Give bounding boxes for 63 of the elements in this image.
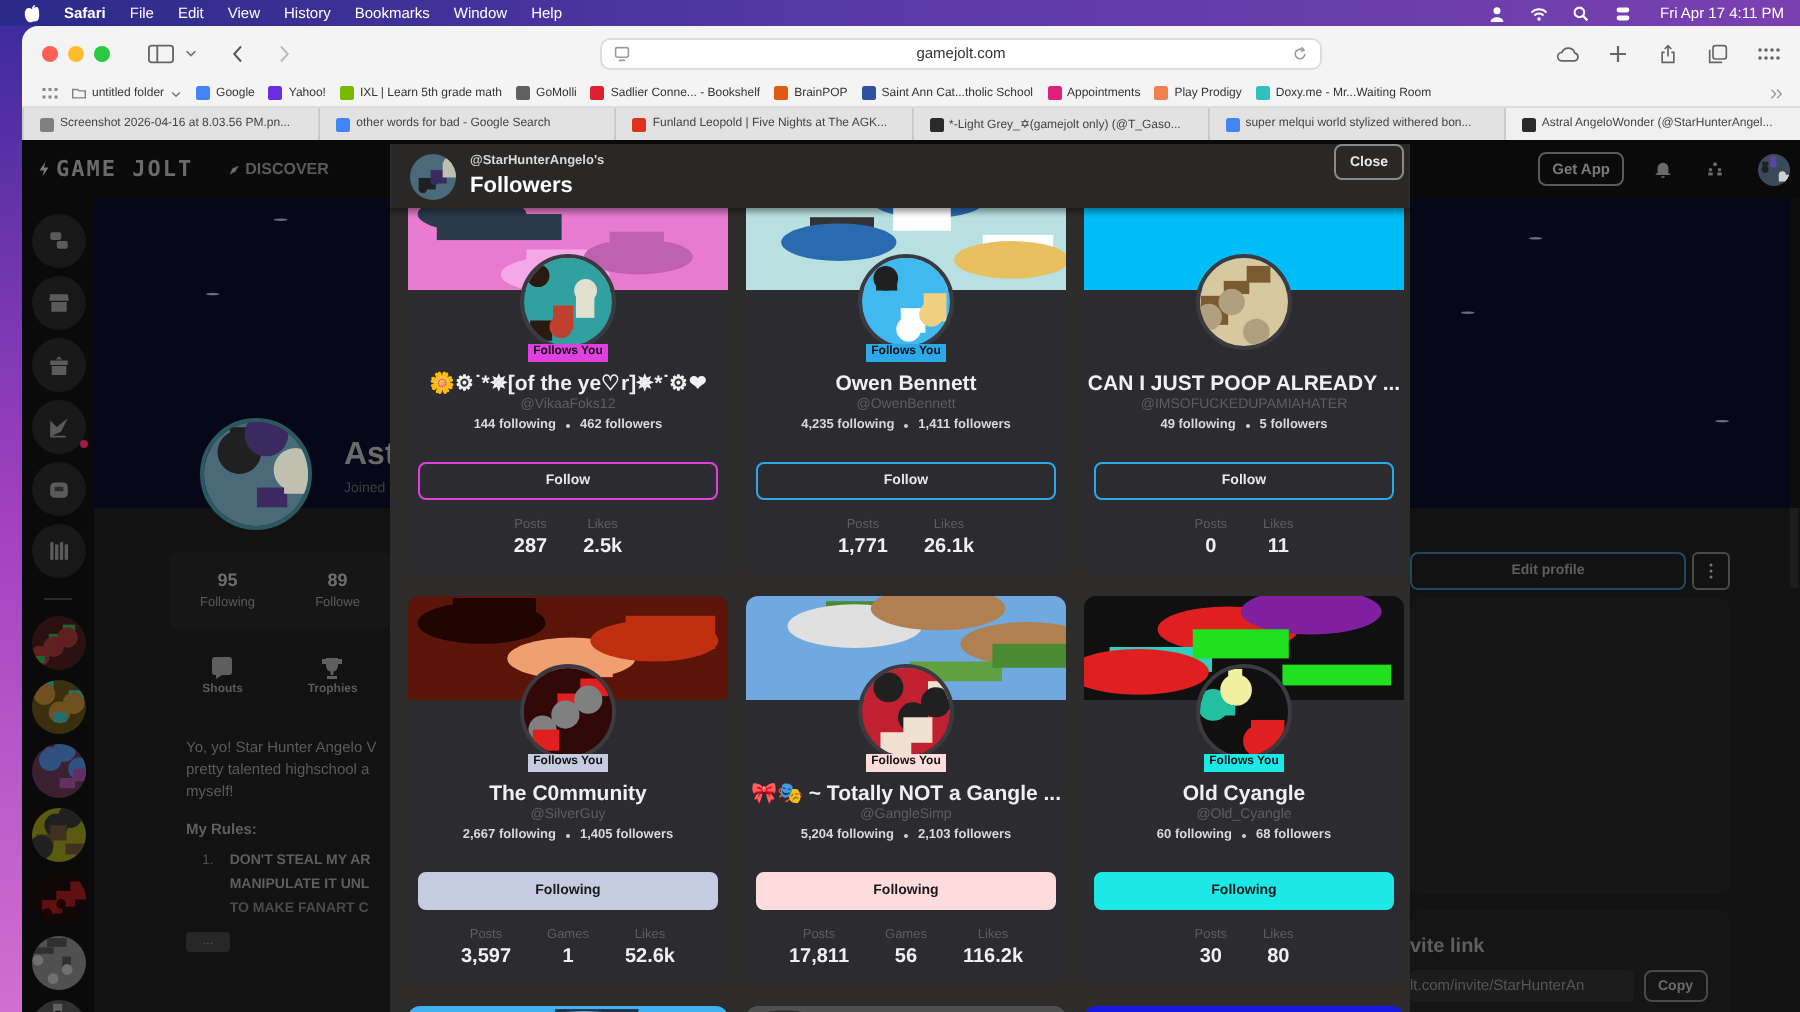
stat-value: 80: [1267, 946, 1290, 968]
grid-icon[interactable]: [42, 87, 58, 99]
library-icon: [47, 540, 69, 562]
page-icon: [614, 45, 630, 61]
stat-value: 1: [562, 946, 574, 968]
gift-icon: [47, 354, 69, 376]
user-name[interactable]: The C0mmunity: [489, 782, 647, 806]
notification-dot: [79, 440, 87, 448]
apple-icon[interactable]: [24, 3, 40, 23]
stat-value: 1,771: [837, 536, 888, 558]
stat-value: 95: [217, 570, 238, 590]
control-center-icon[interactable]: [1614, 5, 1633, 21]
user-name[interactable]: 🎀🎭 ~ Totally NOT a Gangle ...: [750, 782, 1062, 806]
chevron-down-icon: [170, 87, 183, 99]
stat-value: 89: [327, 570, 348, 590]
user-icon[interactable]: [1488, 5, 1507, 21]
chat-icon: [47, 230, 69, 252]
sidebar-button[interactable]: [31, 338, 85, 392]
speech-bubble-icon: [210, 656, 235, 680]
tabs-icon[interactable]: [1706, 43, 1730, 63]
grid-icon[interactable]: [1756, 43, 1780, 63]
stat-value: 17,811: [788, 946, 850, 968]
stat-value: 30: [1199, 946, 1222, 968]
zoom-window-button[interactable]: [94, 45, 110, 61]
sidebar-button[interactable]: [31, 462, 85, 516]
stat-value: 287: [513, 536, 548, 558]
stat-value: 116.2k: [962, 946, 1024, 968]
robot-icon: [47, 478, 69, 500]
stat-value: 0: [1205, 536, 1217, 558]
sidebar-icon[interactable]: [148, 43, 174, 63]
sidebar-button[interactable]: [31, 524, 85, 578]
double-chevron-icon[interactable]: [1770, 87, 1784, 99]
chevron-down-icon[interactable]: [184, 46, 198, 60]
close-window-button[interactable]: [42, 45, 58, 61]
stat-value: 26.1k: [924, 536, 975, 558]
stat-value: 11: [1267, 536, 1289, 558]
stat-value: 2.5k: [583, 536, 623, 558]
compass-icon: [227, 163, 240, 175]
quill-icon: [47, 416, 69, 438]
dialog-title: Followers: [470, 174, 575, 198]
lightning-icon: [38, 160, 50, 178]
wifi-icon[interactable]: [1530, 5, 1549, 21]
reload-icon[interactable]: [1292, 45, 1308, 61]
sidebar-button[interactable]: [31, 214, 85, 268]
invite-heading: vite link: [1410, 936, 1487, 958]
trophy-icon: [320, 656, 345, 680]
site-logo[interactable]: GAME JOLT: [56, 156, 194, 182]
sidebar-button[interactable]: [31, 400, 85, 454]
more-icon: [1708, 562, 1714, 580]
sidebar-button[interactable]: [31, 276, 85, 330]
stat-value: 52.6k: [624, 946, 675, 968]
stat-value: 3,597: [460, 946, 512, 968]
share-icon[interactable]: [1656, 43, 1680, 63]
cloud-icon[interactable]: [1556, 43, 1580, 63]
stat-value: 56: [894, 946, 918, 968]
user-name[interactable]: Old Cyangle: [1182, 782, 1306, 806]
store-icon: [47, 292, 69, 314]
bell-icon[interactable]: [1654, 160, 1672, 178]
plus-icon[interactable]: [1606, 43, 1630, 63]
people-icon[interactable]: [1706, 160, 1724, 178]
search-icon[interactable]: [1572, 5, 1591, 21]
more-options-button[interactable]: [1692, 552, 1730, 590]
back-icon[interactable]: [232, 43, 244, 63]
